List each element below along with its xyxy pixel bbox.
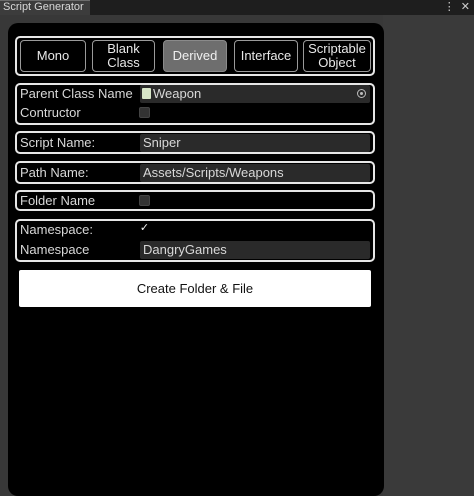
script-name-input[interactable]: Sniper — [140, 134, 370, 152]
close-icon[interactable]: ✕ — [461, 0, 470, 15]
script-name-label: Script Name: — [20, 135, 96, 150]
type-button-derived[interactable]: Derived — [163, 40, 227, 72]
path-name-label: Path Name: — [20, 165, 89, 180]
parent-class-value: Weapon — [153, 86, 202, 101]
parent-class-field[interactable]: Weapon — [140, 85, 370, 103]
folder-name-label: Folder Name — [20, 193, 96, 208]
path-name-input[interactable]: Assets/Scripts/Weapons — [140, 164, 370, 182]
folder-name-checkbox[interactable] — [139, 195, 150, 206]
tab-script-generator[interactable]: Script Generator — [0, 0, 90, 15]
create-button-label: Create Folder & File — [136, 281, 254, 296]
type-button-label: Interface — [240, 48, 292, 63]
create-folder-file-button[interactable]: Create Folder & File — [19, 270, 371, 307]
checkmark-icon: ✓ — [139, 222, 150, 234]
editor-tab-strip: Script Generator ⋮ ✕ — [0, 0, 474, 15]
type-button-blank-class[interactable]: Blank Class — [92, 40, 155, 72]
more-options-icon[interactable]: ⋮ — [444, 0, 455, 15]
type-button-interface[interactable]: Interface — [234, 40, 298, 72]
type-button-scriptable-object[interactable]: Scriptable Object — [303, 40, 371, 72]
object-picker-icon[interactable] — [357, 89, 366, 98]
namespace-checkbox[interactable]: ✓ — [139, 223, 150, 234]
constructor-checkbox[interactable] — [139, 107, 150, 118]
namespace-toggle-label: Namespace: — [20, 222, 93, 237]
type-button-label: Derived — [172, 48, 218, 63]
parent-class-label: Parent Class Name — [20, 86, 133, 101]
adjacent-pane — [383, 15, 474, 496]
script-asset-icon — [142, 88, 151, 99]
constructor-label: Contructor — [20, 105, 81, 120]
type-button-label: Scriptable Object — [308, 41, 366, 70]
namespace-name-input[interactable]: DangryGames — [140, 241, 370, 259]
type-button-label: Blank Class — [107, 41, 140, 70]
type-button-label: Mono — [36, 48, 70, 63]
type-button-mono[interactable]: Mono — [20, 40, 86, 72]
namespace-name-label: Namespace — [20, 242, 90, 257]
